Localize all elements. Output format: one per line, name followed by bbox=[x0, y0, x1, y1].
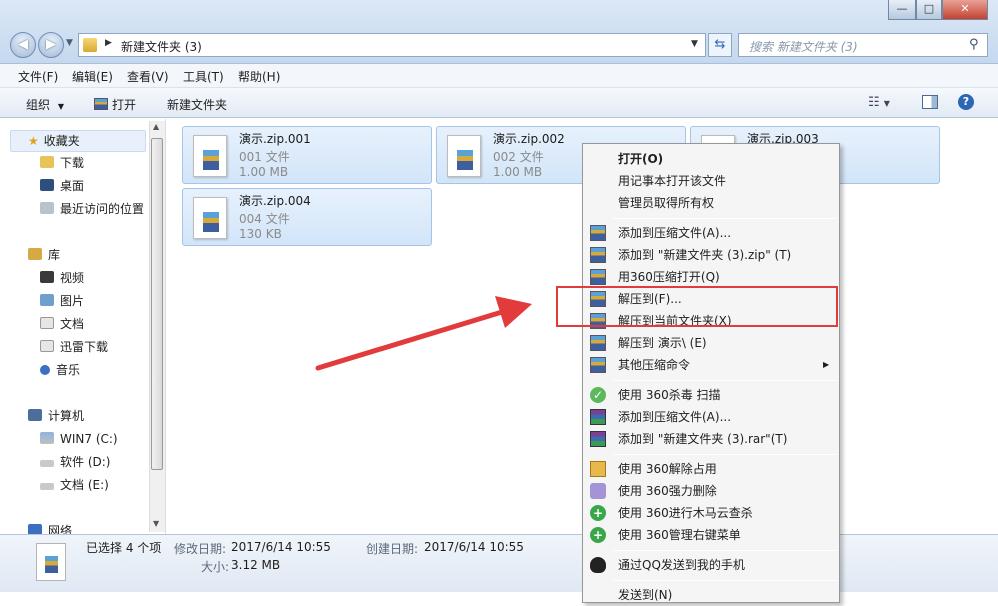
shield-icon: ✓ bbox=[590, 387, 606, 403]
submenu-arrow-icon: ▶ bbox=[823, 360, 830, 369]
ctx-send-to-label: 发送到(N) bbox=[618, 588, 673, 602]
arrow-head bbox=[495, 296, 532, 328]
ctx-qq-send[interactable]: 通过QQ发送到我的手机 bbox=[585, 554, 837, 576]
ctx-360-shred-label: 使用 360强力删除 bbox=[618, 484, 717, 498]
zip-archive-icon bbox=[590, 247, 606, 263]
zip-archive-icon bbox=[590, 335, 606, 351]
modified-label: 修改日期: bbox=[174, 542, 227, 556]
ctx-open-notepad-label: 用记事本打开该文件 bbox=[618, 174, 727, 188]
ctx-rar-add-named-label: 添加到 "新建文件夹 (3).rar"(T) bbox=[618, 432, 788, 446]
ctx-360-trojan[interactable]: + 使用 360进行木马云查杀 bbox=[585, 502, 837, 524]
created-label: 创建日期: bbox=[366, 542, 419, 556]
zip-archive-icon bbox=[590, 269, 606, 285]
ctx-more-compress[interactable]: 其他压缩命令 ▶ bbox=[585, 354, 837, 376]
ctx-extract-folder-label: 解压到 演示\ (E) bbox=[618, 336, 707, 350]
ctx-360zip-open[interactable]: 用360压缩打开(Q) bbox=[585, 266, 837, 288]
ctx-take-ownership[interactable]: 管理员取得所有权 bbox=[585, 192, 837, 214]
size-value: 3.12 MB bbox=[231, 558, 281, 572]
size-label: 大小: bbox=[201, 560, 230, 574]
ctx-360zip-add[interactable]: 添加到压缩文件(A)... bbox=[585, 222, 837, 244]
ctx-360zip-add-named-label: 添加到 "新建文件夹 (3).zip" (T) bbox=[618, 248, 792, 262]
ctx-extract-folder[interactable]: 解压到 演示\ (E) bbox=[585, 332, 837, 354]
created-value: 2017/6/14 10:55 bbox=[424, 540, 524, 554]
ctx-360-unlock[interactable]: 使用 360解除占用 bbox=[585, 458, 837, 480]
ctx-qq-send-label: 通过QQ发送到我的手机 bbox=[618, 558, 745, 572]
modified-value: 2017/6/14 10:55 bbox=[231, 540, 331, 554]
menu-separator bbox=[613, 380, 837, 381]
menu-separator bbox=[613, 580, 837, 581]
qq-penguin-icon bbox=[590, 557, 606, 573]
plus-badge-icon: + bbox=[590, 527, 606, 543]
winrar-icon bbox=[590, 431, 606, 447]
zip-archive-icon bbox=[590, 225, 606, 241]
zip-archive-icon bbox=[590, 357, 606, 373]
ctx-360zip-add-named[interactable]: 添加到 "新建文件夹 (3).zip" (T) bbox=[585, 244, 837, 266]
ctx-360zip-open-label: 用360压缩打开(Q) bbox=[618, 270, 720, 284]
unlock-icon bbox=[590, 461, 606, 477]
ctx-360-menu-manage-label: 使用 360管理右键菜单 bbox=[618, 528, 741, 542]
plus-badge-icon: + bbox=[590, 505, 606, 521]
ctx-360zip-add-label: 添加到压缩文件(A)... bbox=[618, 226, 732, 240]
ctx-open-notepad[interactable]: 用记事本打开该文件 bbox=[585, 170, 837, 192]
ctx-360-unlock-label: 使用 360解除占用 bbox=[618, 462, 717, 476]
shredder-icon bbox=[590, 483, 606, 499]
highlight-box bbox=[556, 286, 838, 327]
ctx-rar-add-label: 添加到压缩文件(A)... bbox=[618, 410, 732, 424]
ctx-rar-add-named[interactable]: 添加到 "新建文件夹 (3).rar"(T) bbox=[585, 428, 837, 450]
ctx-360-trojan-label: 使用 360进行木马云查杀 bbox=[618, 506, 753, 520]
menu-separator bbox=[613, 454, 837, 455]
zip-file-icon bbox=[36, 543, 66, 581]
context-menu: 打开(O) 用记事本打开该文件 管理员取得所有权 添加到压缩文件(A)... 添… bbox=[582, 143, 840, 603]
ctx-rar-add[interactable]: 添加到压缩文件(A)... bbox=[585, 406, 837, 428]
ctx-open-label: 打开(O) bbox=[618, 152, 664, 166]
winrar-icon bbox=[590, 409, 606, 425]
ctx-360-menu-manage[interactable]: + 使用 360管理右键菜单 bbox=[585, 524, 837, 546]
annotation-arrow bbox=[315, 296, 532, 371]
details-pane: 已选择 4 个项 修改日期: 2017/6/14 10:55 创建日期: 201… bbox=[0, 534, 998, 592]
ctx-360-scan-label: 使用 360杀毒 扫描 bbox=[618, 388, 721, 402]
ctx-open[interactable]: 打开(O) bbox=[585, 148, 837, 170]
ctx-360-shred[interactable]: 使用 360强力删除 bbox=[585, 480, 837, 502]
menu-separator bbox=[613, 218, 837, 219]
ctx-take-ownership-label: 管理员取得所有权 bbox=[618, 196, 715, 210]
menu-separator bbox=[613, 550, 837, 551]
arrow-shaft bbox=[315, 309, 505, 371]
ctx-more-compress-label: 其他压缩命令 bbox=[618, 358, 691, 372]
ctx-send-to[interactable]: 发送到(N) bbox=[585, 584, 837, 606]
selection-count: 已选择 4 个项 bbox=[86, 541, 162, 555]
ctx-360-scan[interactable]: ✓ 使用 360杀毒 扫描 bbox=[585, 384, 837, 406]
